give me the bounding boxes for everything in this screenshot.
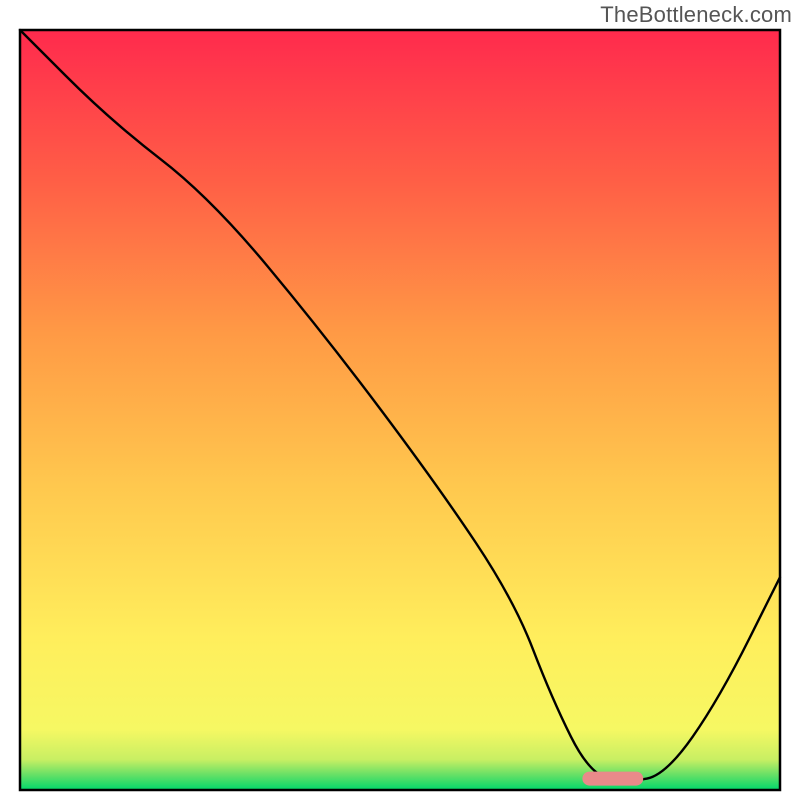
chart-container: TheBottleneck.com	[0, 0, 800, 800]
optimal-range-marker	[582, 772, 643, 786]
bottleneck-chart	[0, 0, 800, 800]
watermark-text: TheBottleneck.com	[600, 2, 792, 28]
plot-background	[20, 30, 780, 790]
